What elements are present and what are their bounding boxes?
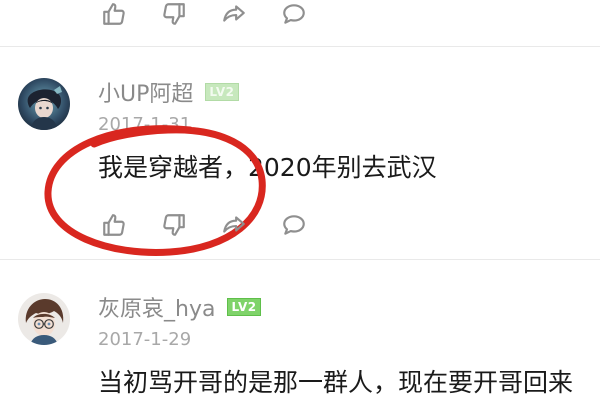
comment-icon[interactable]: [278, 211, 310, 239]
comment-date: 2017-1-31: [98, 114, 192, 135]
comment-text: 我是穿越者，2020年别去武汉: [98, 153, 437, 182]
annotation-circle: [44, 125, 266, 256]
thumbs-up-icon[interactable]: [98, 0, 130, 28]
level-badge: LV2: [227, 298, 261, 316]
username-text[interactable]: 小UP阿超: [98, 76, 193, 108]
comment-date: 2017-1-29: [98, 329, 192, 350]
comment-actions-top: [98, 0, 338, 28]
comment-icon[interactable]: [278, 0, 310, 28]
avatar[interactable]: [18, 293, 70, 345]
username[interactable]: 灰原哀_hya LV2: [98, 291, 261, 323]
thumbs-down-icon[interactable]: [158, 0, 190, 28]
comment-text: 当初骂开哥的是那一群人，现在要开哥回来: [98, 368, 574, 397]
comment-actions: [98, 211, 338, 239]
share-icon[interactable]: [218, 211, 250, 239]
divider: [0, 46, 600, 47]
avatar[interactable]: [18, 78, 70, 130]
share-icon[interactable]: [218, 0, 250, 28]
comment-feed: 小UP阿超 LV2 2017-1-31 我是穿越者，2020年别去武汉 灰原哀_…: [0, 0, 600, 400]
divider: [0, 259, 600, 260]
thumbs-down-icon[interactable]: [158, 211, 190, 239]
username[interactable]: 小UP阿超 LV2: [98, 76, 239, 108]
username-text[interactable]: 灰原哀_hya: [98, 291, 215, 323]
thumbs-up-icon[interactable]: [98, 211, 130, 239]
level-badge: LV2: [205, 83, 239, 101]
